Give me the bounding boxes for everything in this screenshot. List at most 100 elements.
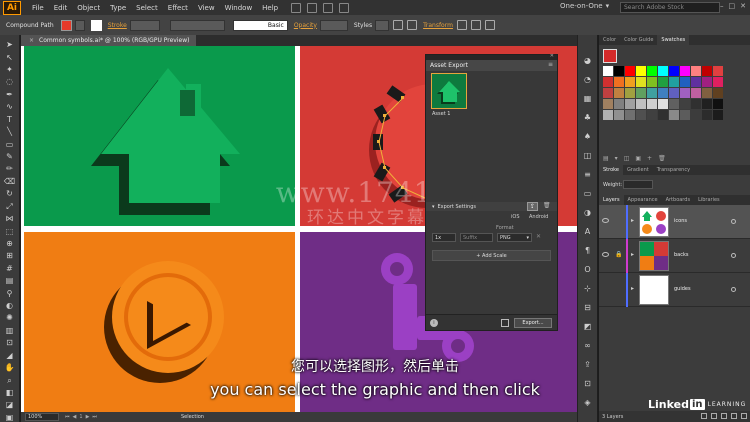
- tab-color[interactable]: Color: [599, 35, 620, 45]
- format-dropdown[interactable]: PNG ▾: [497, 233, 532, 242]
- zoom-dropdown[interactable]: 100%: [25, 413, 59, 421]
- swatch[interactable]: [647, 77, 657, 87]
- magic-wand-tool-icon[interactable]: ✦: [5, 65, 15, 74]
- swatch[interactable]: [669, 110, 679, 120]
- align-icon[interactable]: [407, 20, 418, 30]
- isolate-icon[interactable]: [456, 20, 467, 30]
- brush-definition-dropdown[interactable]: Basic: [232, 19, 288, 31]
- export-button[interactable]: Export...: [514, 318, 552, 328]
- swatch[interactable]: [680, 77, 690, 87]
- tab-appearance[interactable]: Appearance: [624, 195, 662, 205]
- layers-panel-icon[interactable]: ◈: [583, 397, 593, 407]
- show-kinds-icon[interactable]: ▾: [615, 155, 618, 162]
- asset-export-tab[interactable]: Asset Export ≡: [426, 60, 557, 71]
- swatch[interactable]: [647, 99, 657, 109]
- locate-object-icon[interactable]: [701, 413, 707, 419]
- house-symbol[interactable]: [91, 68, 240, 215]
- swatch[interactable]: [669, 66, 679, 76]
- new-sublayer-icon[interactable]: [721, 413, 727, 419]
- menu-file[interactable]: File: [27, 4, 49, 12]
- close-icon[interactable]: ✕: [740, 2, 746, 10]
- swatch[interactable]: [669, 77, 679, 87]
- swatch[interactable]: [691, 88, 701, 98]
- swatch[interactable]: [603, 99, 613, 109]
- swatch[interactable]: [691, 77, 701, 87]
- new-layer-icon[interactable]: [731, 413, 737, 419]
- layer-row[interactable]: 🔒 ▸ backs: [599, 239, 750, 273]
- visibility-eye-icon[interactable]: [602, 252, 609, 257]
- export-for-screens-icon[interactable]: [501, 319, 509, 327]
- artboard-tool-icon[interactable]: ⊡: [5, 339, 15, 347]
- character-icon[interactable]: A: [583, 226, 593, 236]
- layer-target-icon[interactable]: [731, 253, 736, 258]
- chevron-right-icon[interactable]: ▸: [631, 251, 634, 258]
- document-tab[interactable]: × Common symbols.ai* @ 100% (RGB/GPU Pre…: [21, 35, 196, 46]
- swatch[interactable]: [702, 66, 712, 76]
- swatch[interactable]: [680, 88, 690, 98]
- swatch[interactable]: [702, 77, 712, 87]
- weight-input[interactable]: [623, 180, 653, 189]
- swatch[interactable]: [691, 66, 701, 76]
- transform-link[interactable]: Transform: [423, 22, 453, 29]
- swatch[interactable]: [614, 88, 624, 98]
- new-swatch-icon[interactable]: +: [647, 155, 652, 162]
- layer-name[interactable]: icons: [674, 218, 687, 224]
- swatch[interactable]: [636, 99, 646, 109]
- pen-tool-icon[interactable]: ✒: [5, 90, 15, 99]
- asset-name-label[interactable]: Asset 1: [432, 111, 450, 117]
- new-color-group-icon[interactable]: ▣: [635, 155, 641, 162]
- fill-swatch[interactable]: [60, 19, 72, 31]
- swatch[interactable]: [636, 77, 646, 87]
- swatch[interactable]: [647, 88, 657, 98]
- align-panel-icon[interactable]: ⊟: [583, 302, 593, 312]
- swatch[interactable]: [614, 110, 624, 120]
- minimize-icon[interactable]: –: [720, 2, 724, 10]
- symbol-sprayer-tool-icon[interactable]: ✺: [5, 314, 15, 322]
- swatch[interactable]: [691, 99, 701, 109]
- pencil-tool-icon[interactable]: ✏: [5, 165, 15, 173]
- type-tool-icon[interactable]: T: [5, 115, 15, 124]
- menu-type[interactable]: Type: [105, 4, 131, 12]
- gradient-panel-icon[interactable]: ▭: [583, 188, 593, 198]
- perspective-grid-tool-icon[interactable]: ⊞: [5, 252, 15, 260]
- artboard-number[interactable]: 1: [79, 414, 82, 420]
- swatch[interactable]: [713, 88, 723, 98]
- swatch[interactable]: [658, 88, 668, 98]
- visibility-eye-icon[interactable]: [602, 218, 609, 223]
- swatch[interactable]: [625, 77, 635, 87]
- stroke-weight-dropdown[interactable]: [129, 19, 160, 31]
- clipping-mask-icon[interactable]: [711, 413, 717, 419]
- tab-swatches[interactable]: Swatches: [657, 35, 690, 45]
- swatch[interactable]: [636, 110, 646, 120]
- delete-layer-icon[interactable]: [741, 413, 747, 419]
- swatch[interactable]: [603, 66, 613, 76]
- menu-help[interactable]: Help: [257, 4, 283, 12]
- screen-mode-icon[interactable]: ▣: [5, 413, 15, 422]
- swatch[interactable]: [603, 88, 613, 98]
- scale-tool-icon[interactable]: ⤢: [5, 202, 15, 210]
- scale-dropdown[interactable]: 1x: [432, 233, 456, 242]
- swatch[interactable]: [713, 66, 723, 76]
- styles-dropdown[interactable]: [375, 19, 390, 31]
- recolor-artwork-icon[interactable]: [393, 20, 404, 30]
- swatch[interactable]: [636, 88, 646, 98]
- tab-libraries[interactable]: Libraries: [694, 195, 724, 205]
- swatch[interactable]: [658, 77, 668, 87]
- tab-color-guide[interactable]: Color Guide: [620, 35, 657, 45]
- swatches-icon[interactable]: ▦: [583, 93, 593, 103]
- blend-tool-icon[interactable]: ◐: [5, 301, 15, 310]
- add-scale-button[interactable]: + Add Scale: [432, 250, 551, 261]
- artboards-panel-icon[interactable]: ⊡: [583, 378, 593, 388]
- swatch[interactable]: [625, 99, 635, 109]
- first-artboard-icon[interactable]: ⏮: [65, 414, 70, 420]
- last-artboard-icon[interactable]: ⏭: [92, 414, 97, 420]
- arrange-documents-icon[interactable]: [323, 2, 334, 13]
- drawing-modes-icon[interactable]: ◪: [5, 401, 15, 409]
- panel-close-icon[interactable]: ✕: [550, 53, 554, 59]
- graphic-styles-icon[interactable]: ◫: [583, 150, 593, 160]
- color-panel-icon[interactable]: ◕: [583, 55, 593, 65]
- brushes-icon[interactable]: ♣: [583, 112, 593, 122]
- color-guide-icon[interactable]: ◔: [583, 74, 593, 84]
- swatch-libraries-icon[interactable]: ▤: [603, 155, 609, 162]
- variable-width-dropdown[interactable]: [169, 19, 225, 31]
